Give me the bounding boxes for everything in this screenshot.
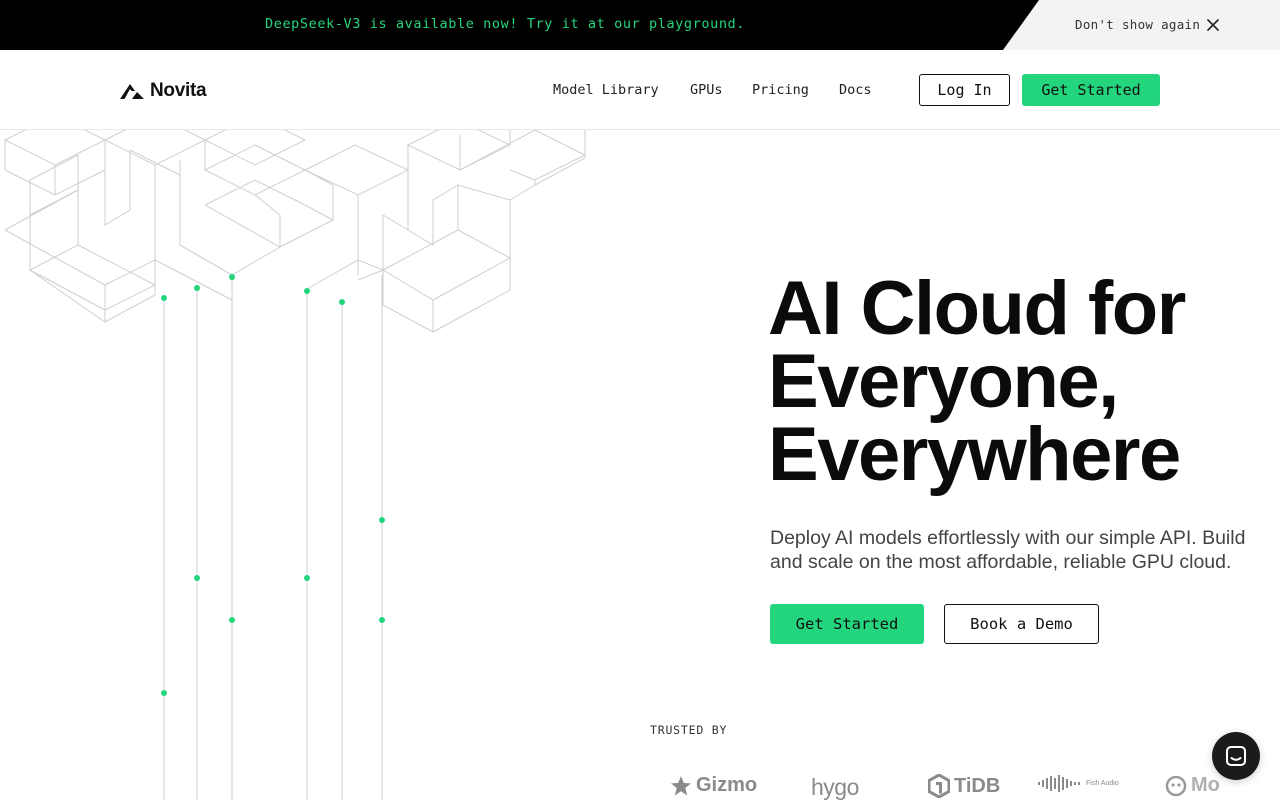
- client-logo-hygo: hygo: [811, 774, 859, 800]
- novita-logo-icon: [120, 84, 144, 99]
- nav-docs[interactable]: Docs: [839, 82, 872, 98]
- hero-title: AI Cloud for Everyone, Everywhere: [768, 266, 1268, 497]
- tidb-hex-icon: [928, 774, 950, 798]
- chat-icon[interactable]: [1212, 732, 1260, 780]
- brand-logo[interactable]: Novita: [120, 80, 207, 102]
- hero-title-line-3: Everywhere: [768, 412, 1181, 497]
- client-logo-mo: Mo: [1165, 774, 1220, 797]
- star-icon: [671, 775, 691, 795]
- book-demo-button[interactable]: Book a Demo: [944, 604, 1099, 644]
- nav-gpus[interactable]: GPUs: [690, 82, 723, 98]
- client-logos: Gizmo hygo TiDB Fish Audio Mo: [634, 770, 1234, 800]
- announcement-banner: DeepSeek-V3 is available now! Try it at …: [0, 0, 1280, 50]
- nav-pricing[interactable]: Pricing: [752, 82, 809, 98]
- nav-get-started-button[interactable]: Get Started: [1022, 74, 1160, 106]
- announcement-link[interactable]: DeepSeek-V3 is available now! Try it at …: [0, 16, 1010, 32]
- hero-title-line-1: AI Cloud for: [768, 266, 1186, 351]
- client-logo-tidb: TiDB: [928, 774, 1000, 798]
- hero-title-line-2: Everyone,: [768, 339, 1119, 424]
- dont-show-again-button[interactable]: Don't show again: [1075, 17, 1200, 32]
- nav-model-library[interactable]: Model Library: [553, 82, 659, 98]
- audio-wave-icon: [1038, 775, 1080, 792]
- top-navbar: Novita Model Library GPUs Pricing Docs L…: [0, 50, 1280, 130]
- client-logo-fish-audio: Fish Audio: [1038, 774, 1119, 792]
- client-logo-gizmo: Gizmo: [670, 774, 757, 797]
- decorative-isometric-pattern: [3, 130, 587, 800]
- hero-get-started-button[interactable]: Get Started: [770, 604, 924, 644]
- close-icon[interactable]: [1203, 15, 1223, 35]
- login-button[interactable]: Log In: [919, 74, 1010, 106]
- trusted-by-label: TRUSTED BY: [650, 723, 728, 737]
- hero-subtitle: Deploy AI models effortlessly with our s…: [770, 527, 1246, 573]
- brand-name: Novita: [150, 80, 207, 101]
- face-icon: [1165, 775, 1187, 796]
